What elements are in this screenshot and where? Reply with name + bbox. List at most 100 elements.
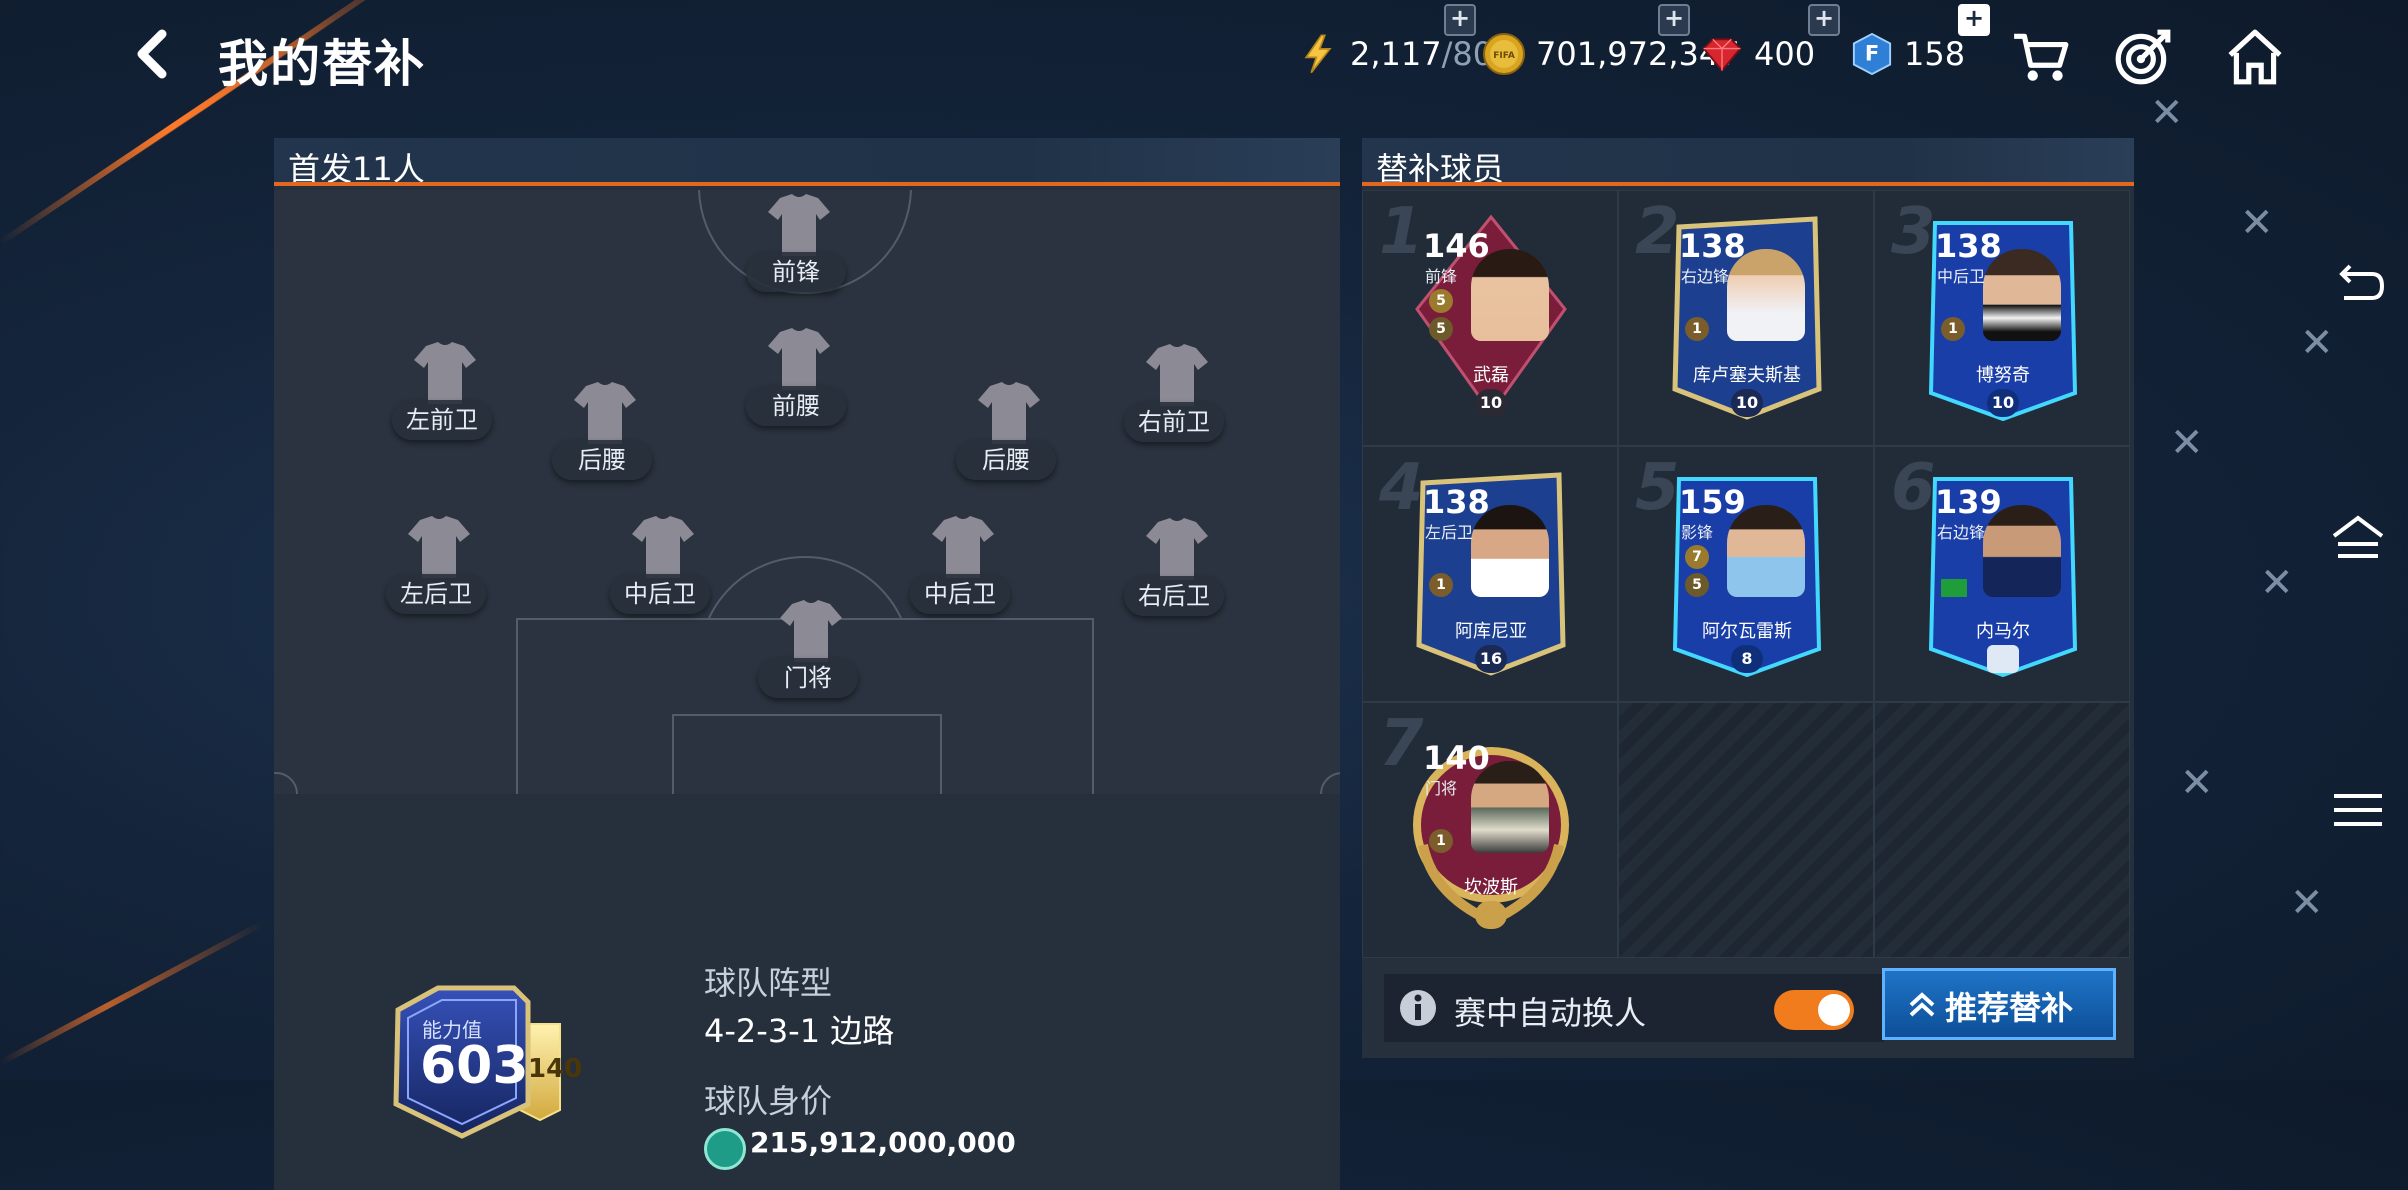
jersey-icon <box>978 382 1040 444</box>
sub-slot[interactable]: 1 146 前锋 5 5 武磊 10 <box>1362 190 1618 446</box>
rank-badge: 5 <box>1429 289 1453 313</box>
rank-badge: 1 <box>1429 573 1453 597</box>
jersey-icon <box>632 516 694 578</box>
sub-slot[interactable]: 7 140 门将 1 坎波斯 <box>1362 702 1618 958</box>
player-name: 博努奇 <box>1976 365 2030 386</box>
info-icon[interactable] <box>1398 988 1438 1028</box>
bg-x-icon: ✕ <box>2290 880 2324 926</box>
position-label: 右前卫 <box>1124 402 1224 442</box>
page-title: 我的替补 <box>218 35 426 93</box>
add-coins-button[interactable]: + <box>1658 4 1690 36</box>
add-fifa-points-button[interactable]: + <box>1958 4 1990 36</box>
auto-sub-toggle[interactable] <box>1774 990 1854 1030</box>
position-label: 左前卫 <box>392 400 492 440</box>
player-card[interactable]: 138 左后卫 1 阿库尼亚 16 <box>1413 469 1569 677</box>
jersey-icon <box>574 382 636 444</box>
position-label: 左后卫 <box>386 574 486 614</box>
cart-icon[interactable] <box>2010 26 2072 88</box>
position-label: 门将 <box>758 658 858 698</box>
auto-sub-bar: 赛中自动换人 <box>1384 974 1884 1042</box>
recommend-subs-button[interactable]: 推荐替补 <box>1882 968 2116 1040</box>
add-energy-button[interactable]: + <box>1444 4 1476 36</box>
add-gems-button[interactable]: + <box>1808 4 1840 36</box>
gem-value: 400 <box>1754 35 1816 73</box>
bg-x-icon: ✕ <box>2240 200 2274 246</box>
chevron-left-icon <box>137 29 167 79</box>
sub-slot[interactable]: 2 138 右边锋 1 库卢塞夫斯基 10 <box>1618 190 1874 446</box>
position-slot[interactable]: 中后卫 <box>900 514 1020 624</box>
player-card[interactable]: 159 影锋 7 5 阿尔瓦雷斯 8 <box>1669 469 1825 677</box>
fifa-points-counter[interactable]: F 158 <box>1850 24 1965 84</box>
position-slot[interactable]: 前腰 <box>736 326 856 436</box>
upgrade-badge: 5 <box>1429 317 1453 341</box>
formation-label: 球队阵型 <box>704 964 833 1002</box>
formation-pitch[interactable]: 前锋 左前卫 前腰 右前卫 后腰 后腰 左后卫 中后卫 中后卫 右后卫 门将 <box>274 190 1340 794</box>
fifa-coin-icon: FIFA <box>1482 32 1526 76</box>
sub-slot[interactable]: 3 138 中后卫 1 博努奇 10 <box>1874 190 2130 446</box>
sub-slot[interactable]: 5 159 影锋 7 5 阿尔瓦雷斯 8 <box>1618 446 1874 702</box>
player-level: 8 <box>1731 645 1763 673</box>
nav-menu-icon[interactable] <box>2328 780 2388 840</box>
player-rating: 140 <box>1423 739 1490 777</box>
sub-slot[interactable]: 6 139 右边锋 内马尔 <box>1874 446 2130 702</box>
empty-sub-slot[interactable] <box>1618 702 1874 958</box>
shirt-value-icon <box>704 1128 746 1170</box>
bg-x-icon: ✕ <box>2260 560 2294 606</box>
team-value-value: 215,912,000,000 <box>750 1126 1016 1159</box>
nav-home-icon[interactable] <box>2328 510 2388 570</box>
player-card[interactable]: 138 中后卫 1 博努奇 10 <box>1925 213 2081 421</box>
player-level <box>1987 645 2019 673</box>
bg-streak <box>0 919 267 1066</box>
player-rating: 138 <box>1679 227 1746 265</box>
bg-x-icon: ✕ <box>2170 420 2204 466</box>
home-icon[interactable] <box>2224 26 2286 88</box>
auto-sub-label: 赛中自动换人 <box>1454 994 1647 1032</box>
position-slot[interactable]: 左后卫 <box>376 514 496 624</box>
position-slot[interactable]: 后腰 <box>946 380 1066 490</box>
header-accent-line <box>274 182 1340 186</box>
position-slot[interactable]: 右前卫 <box>1114 342 1234 452</box>
team-value-label: 球队身价 <box>704 1082 833 1120</box>
player-level: 10 <box>1475 389 1507 417</box>
jersey-icon <box>408 516 470 578</box>
position-slot[interactable]: 左前卫 <box>382 340 502 450</box>
player-card[interactable]: 138 右边锋 1 库卢塞夫斯基 10 <box>1669 213 1825 421</box>
player-rating: 159 <box>1679 483 1746 521</box>
position-slot[interactable]: 门将 <box>748 598 868 708</box>
player-name: 武磊 <box>1473 365 1509 386</box>
nav-back-icon[interactable] <box>2328 252 2388 312</box>
subs-panel: 替补球员 1 146 前锋 5 5 武磊 10 2 138 右边锋 1 库卢塞夫… <box>1362 138 2134 1058</box>
player-name: 库卢塞夫斯基 <box>1693 365 1801 386</box>
subs-grid: 1 146 前锋 5 5 武磊 10 2 138 右边锋 1 库卢塞夫斯基 10… <box>1362 190 2132 958</box>
player-level: 10 <box>1731 389 1763 417</box>
empty-sub-slot[interactable] <box>1874 702 2130 958</box>
target-icon[interactable] <box>2112 26 2174 88</box>
svg-text:F: F <box>1865 42 1879 66</box>
position-slot[interactable]: 右后卫 <box>1114 516 1234 626</box>
bg-x-icon: ✕ <box>2180 760 2214 806</box>
position-label: 中后卫 <box>610 574 710 614</box>
player-card[interactable]: 140 门将 1 坎波斯 <box>1413 725 1569 933</box>
position-slot[interactable]: 中后卫 <box>600 514 720 624</box>
brazil-flag-icon <box>1941 579 1967 597</box>
player-rating: 146 <box>1423 227 1490 265</box>
player-level <box>1475 901 1507 929</box>
header-accent-line <box>1362 182 2134 186</box>
starters-panel-header: 首发11人 <box>274 138 1340 188</box>
back-button[interactable] <box>130 28 190 82</box>
position-slot[interactable]: 前锋 <box>736 192 856 302</box>
player-rating: 138 <box>1423 483 1490 521</box>
player-card[interactable]: 146 前锋 5 5 武磊 10 <box>1413 213 1569 421</box>
fifa-points-value: 158 <box>1904 35 1966 73</box>
toggle-knob <box>1818 994 1850 1026</box>
sub-slot[interactable]: 4 138 左后卫 1 阿库尼亚 16 <box>1362 446 1618 702</box>
recommend-subs-label: 推荐替补 <box>1945 989 2074 1027</box>
player-role: 影锋 <box>1681 523 1714 542</box>
formation-value: 4-2-3-1 边路 <box>704 1012 895 1050</box>
gem-counter[interactable]: 400 <box>1700 24 1815 84</box>
player-role: 门将 <box>1425 779 1458 798</box>
position-label: 前腰 <box>746 386 846 426</box>
player-card[interactable]: 139 右边锋 内马尔 <box>1925 469 2081 677</box>
rank-badge: 1 <box>1429 829 1453 853</box>
position-slot[interactable]: 后腰 <box>542 380 662 490</box>
